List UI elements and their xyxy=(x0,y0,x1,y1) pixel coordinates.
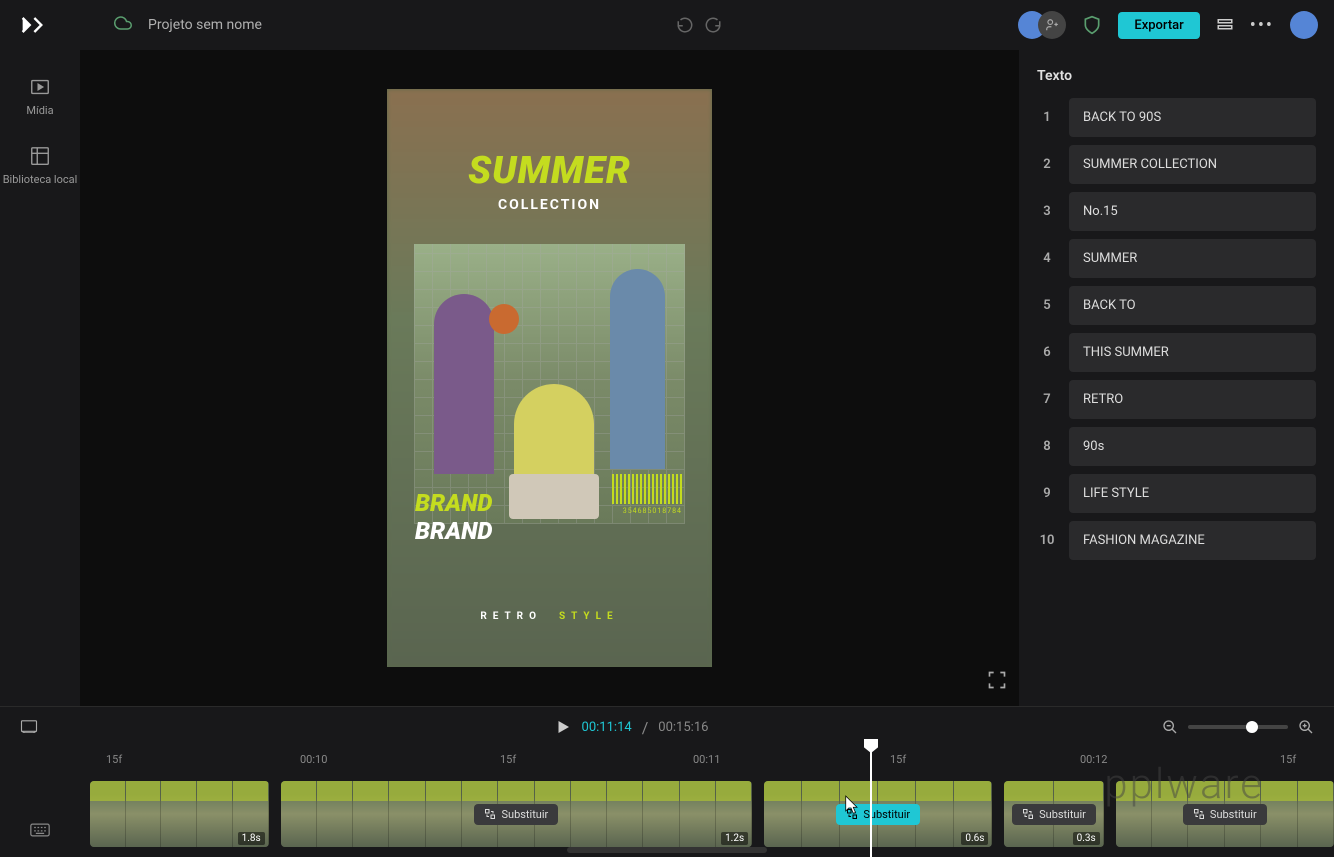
watermark: pplware xyxy=(1104,760,1264,809)
keyboard-icon[interactable] xyxy=(30,822,50,841)
text-item-label[interactable]: SUMMER xyxy=(1069,239,1316,278)
text-item-label[interactable]: BACK TO 90S xyxy=(1069,98,1316,137)
current-time: 00:11:14 xyxy=(582,720,632,735)
timeline-view-icon[interactable] xyxy=(20,719,38,733)
zoom-in-icon[interactable] xyxy=(1298,719,1314,735)
text-item-label[interactable]: FASHION MAGAZINE xyxy=(1069,521,1316,560)
layers-icon[interactable] xyxy=(1216,16,1234,34)
timeline-clip[interactable]: 1.2s Substituir xyxy=(281,781,752,847)
text-item[interactable]: 8 90s xyxy=(1037,427,1316,466)
text-item-number: 6 xyxy=(1037,345,1057,360)
text-item-number: 5 xyxy=(1037,298,1057,313)
text-item[interactable]: 1 BACK TO 90S xyxy=(1037,98,1316,137)
text-item-label[interactable]: BACK TO xyxy=(1069,286,1316,325)
substitute-button[interactable]: Substituir xyxy=(1012,804,1096,825)
preview-area: SUMMER COLLECTION 354685018784 BRAND BRA… xyxy=(80,50,1019,706)
ruler-mark: 00:10 xyxy=(300,753,327,766)
preview-barcode xyxy=(612,474,682,504)
text-item-number: 10 xyxy=(1037,533,1057,548)
text-item-label[interactable]: THIS SUMMER xyxy=(1069,333,1316,372)
preview-title: SUMMER xyxy=(387,149,712,193)
ruler-mark: 15f xyxy=(106,753,122,766)
timeline-clip[interactable]: 1.8s xyxy=(90,781,269,847)
playhead[interactable] xyxy=(870,747,872,857)
timeline-clip[interactable]: 0.3s Substituir xyxy=(1004,781,1103,847)
substitute-button[interactable]: Substituir xyxy=(1183,804,1267,825)
cloud-sync-icon[interactable] xyxy=(114,14,132,36)
play-button[interactable] xyxy=(554,718,572,736)
preview-brand1: BRAND xyxy=(415,489,492,517)
zoom-out-icon[interactable] xyxy=(1162,719,1178,735)
text-item-label[interactable]: 90s xyxy=(1069,427,1316,466)
sidebar-media[interactable]: Mídia xyxy=(26,76,53,117)
timeline-area: 00:11:14 / 00:15:16 15f00:1015f00:1115f0… xyxy=(0,706,1334,857)
export-button[interactable]: Exportar xyxy=(1118,12,1199,39)
preview-brand2: BRAND xyxy=(415,517,492,545)
project-name[interactable]: Projeto sem nome xyxy=(148,17,262,33)
timeline-clip[interactable]: 0.6s Substituir xyxy=(764,781,992,847)
more-menu-icon[interactable]: ••• xyxy=(1250,15,1274,36)
clip-duration: 0.3s xyxy=(1073,832,1100,845)
substitute-button[interactable]: Substituir xyxy=(836,804,920,825)
text-item[interactable]: 3 No.15 xyxy=(1037,192,1316,231)
text-item[interactable]: 9 LIFE STYLE xyxy=(1037,474,1316,513)
panel-title: Texto xyxy=(1037,68,1316,84)
user-avatar[interactable] xyxy=(1290,11,1318,39)
clip-duration: 0.6s xyxy=(961,832,988,845)
app-header: Projeto sem nome Exportar ••• xyxy=(0,0,1334,50)
ruler-mark: 15f xyxy=(1280,753,1296,766)
fullscreen-icon[interactable] xyxy=(987,670,1007,694)
app-logo[interactable] xyxy=(16,9,48,41)
ruler-mark: 15f xyxy=(890,753,906,766)
text-item-number: 2 xyxy=(1037,157,1057,172)
sidebar-media-label: Mídia xyxy=(26,104,53,117)
text-item[interactable]: 6 THIS SUMMER xyxy=(1037,333,1316,372)
substitute-button[interactable]: Substituir xyxy=(474,804,558,825)
text-item-number: 8 xyxy=(1037,439,1057,454)
text-item-label[interactable]: LIFE STYLE xyxy=(1069,474,1316,513)
text-item[interactable]: 4 SUMMER xyxy=(1037,239,1316,278)
undo-icon[interactable] xyxy=(676,16,694,34)
total-time: 00:15:16 xyxy=(658,720,708,735)
timeline-scrollbar[interactable] xyxy=(567,847,767,853)
text-panel: Texto 1 BACK TO 90S 2 SUMMER COLLECTION 3 No.… xyxy=(1019,50,1334,706)
text-item-number: 7 xyxy=(1037,392,1057,407)
ruler-mark: 00:12 xyxy=(1080,753,1107,766)
shield-icon[interactable] xyxy=(1082,15,1102,35)
preview-retro-style: RETRO STYLE xyxy=(387,611,712,622)
text-item-number: 1 xyxy=(1037,110,1057,125)
text-item-label[interactable]: SUMMER COLLECTION xyxy=(1069,145,1316,184)
text-item[interactable]: 2 SUMMER COLLECTION xyxy=(1037,145,1316,184)
preview-subtitle: COLLECTION xyxy=(387,197,712,213)
sidebar-library[interactable]: Biblioteca local xyxy=(3,145,78,186)
text-item[interactable]: 10 FASHION MAGAZINE xyxy=(1037,521,1316,560)
text-item[interactable]: 5 BACK TO xyxy=(1037,286,1316,325)
zoom-slider[interactable] xyxy=(1188,725,1288,729)
sidebar-library-label: Biblioteca local xyxy=(3,173,78,186)
text-item-number: 3 xyxy=(1037,204,1057,219)
text-item-number: 4 xyxy=(1037,251,1057,266)
text-item-label[interactable]: No.15 xyxy=(1069,192,1316,231)
clip-duration: 1.8s xyxy=(238,832,265,845)
clip-duration: 1.2s xyxy=(721,832,748,845)
ruler-mark: 00:11 xyxy=(693,753,720,766)
text-item-number: 9 xyxy=(1037,486,1057,501)
add-collaborator-icon[interactable] xyxy=(1038,11,1066,39)
ruler-mark: 15f xyxy=(500,753,516,766)
left-sidebar: Mídia Biblioteca local xyxy=(0,50,80,706)
text-item-label[interactable]: RETRO xyxy=(1069,380,1316,419)
redo-icon[interactable] xyxy=(704,16,722,34)
text-item[interactable]: 7 RETRO xyxy=(1037,380,1316,419)
preview-canvas[interactable]: SUMMER COLLECTION 354685018784 BRAND BRA… xyxy=(387,89,712,667)
